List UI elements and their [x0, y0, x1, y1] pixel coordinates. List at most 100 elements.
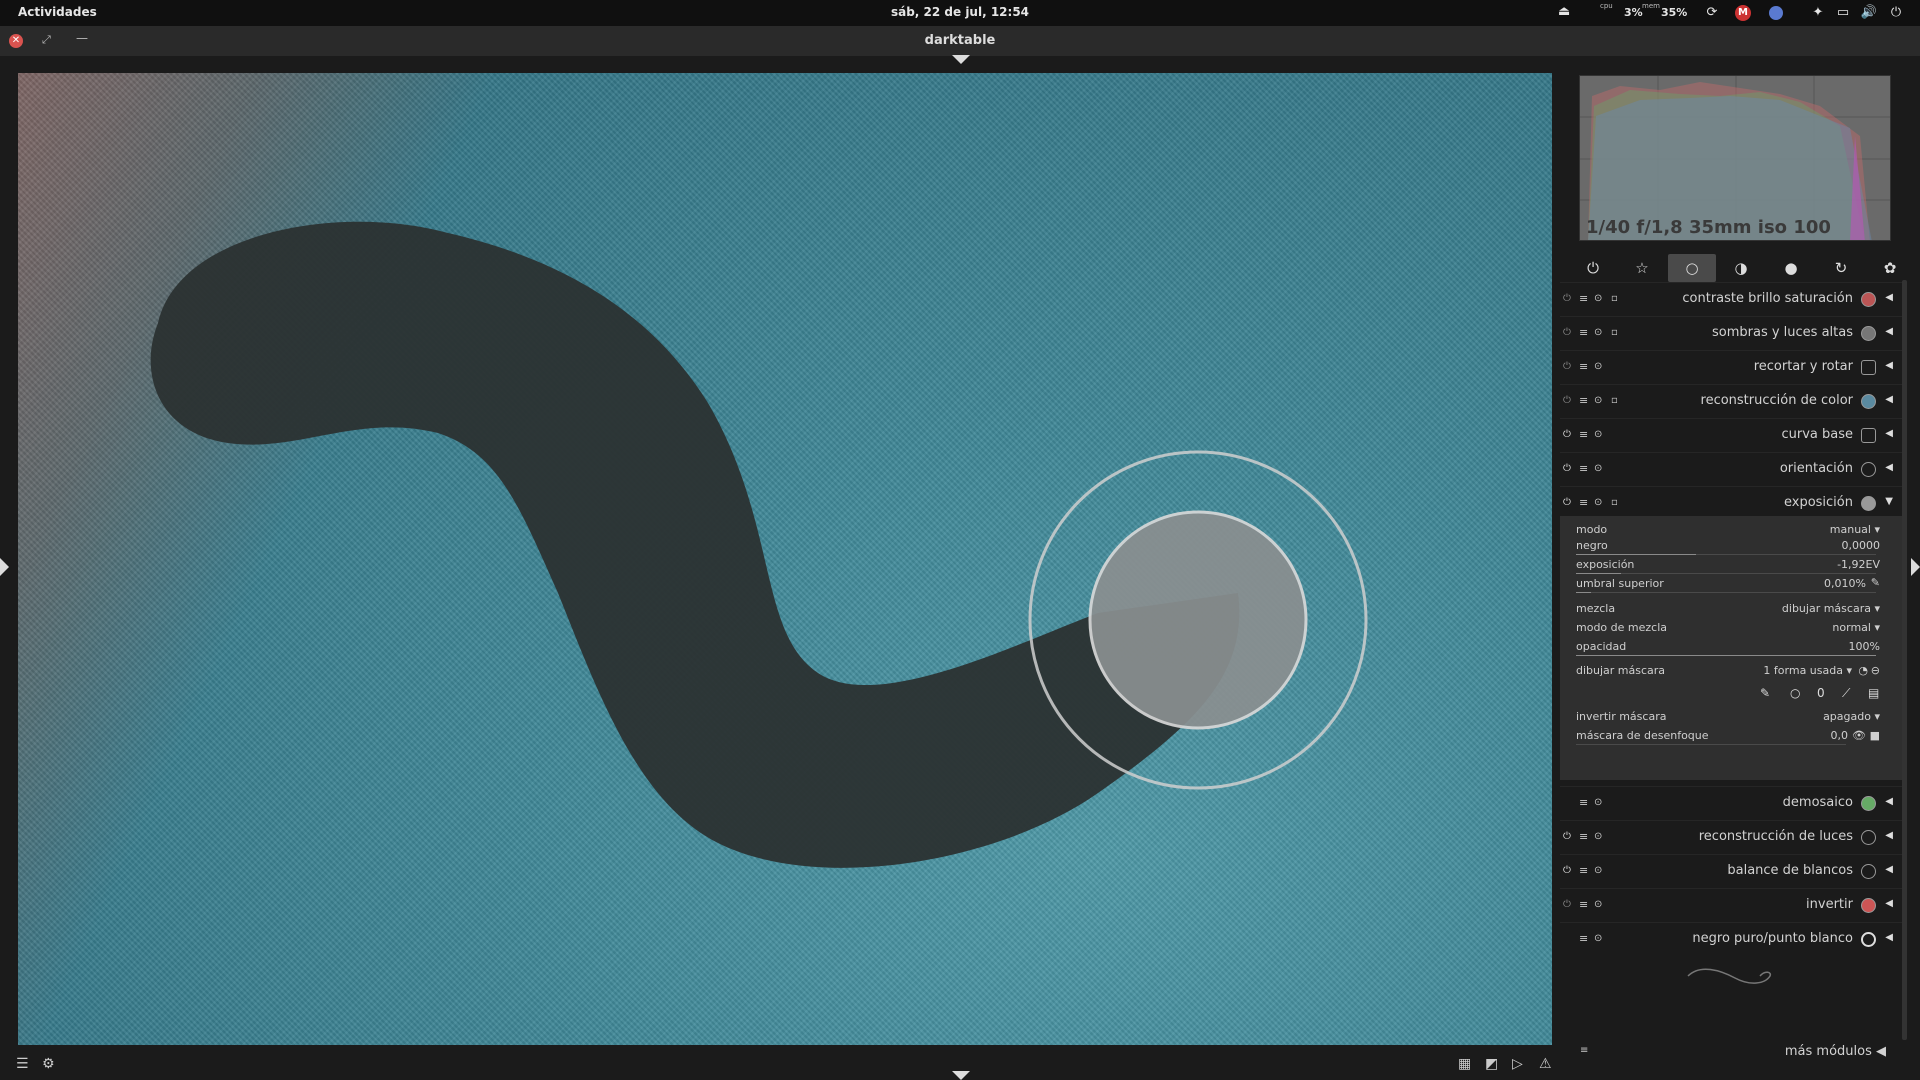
module-presets-icon[interactable]: ≡ — [1579, 394, 1588, 407]
module-presets-icon[interactable]: ≡ — [1579, 292, 1588, 305]
module-reset-icon[interactable]: ⊙ — [1594, 497, 1602, 508]
modo-row[interactable]: modo manual ▾ — [1576, 523, 1880, 539]
module-mask-icon[interactable]: ▫ — [1611, 293, 1618, 304]
expand-arrow-icon[interactable]: ◀ — [1885, 462, 1893, 473]
module-row[interactable]: ⏻ ≡ ⊙ ▫ contraste brillo saturación ◀ — [1560, 282, 1902, 316]
module-reset-icon[interactable]: ⊙ — [1594, 865, 1602, 876]
module-presets-icon[interactable]: ≡ — [1579, 796, 1588, 809]
shapes-used-dropdown[interactable]: 1 forma usada ▾ — [1763, 664, 1852, 677]
active-modules-icon[interactable]: ⏻ — [1569, 254, 1617, 282]
remove-mask-icon[interactable]: ⊖ — [1871, 664, 1880, 677]
module-name[interactable]: curva base — [1781, 427, 1853, 442]
module-name[interactable]: orientación — [1780, 461, 1853, 476]
sync-icon[interactable]: ⟳ — [1702, 3, 1722, 23]
module-row[interactable]: ⏻ ≡ ⊙ invertir ◀ — [1560, 888, 1902, 922]
module-presets-icon[interactable]: ≡ — [1579, 898, 1588, 911]
favorites-icon[interactable]: ☆ — [1618, 254, 1666, 282]
module-row[interactable]: ⏻ ≡ ⊙ ▫ sombras y luces altas ◀ — [1560, 316, 1902, 350]
display-mask-icon[interactable]: 👁 — [1852, 729, 1866, 742]
more-modules-presets-icon[interactable]: ≡ — [1580, 1045, 1588, 1056]
collapse-bottom-panel-arrow-icon[interactable] — [952, 1071, 970, 1080]
desenfoque-slider-track[interactable] — [1576, 744, 1846, 745]
network-icon[interactable]: ✦ — [1808, 3, 1828, 23]
opacidad-slider[interactable]: opacidad 100% — [1576, 640, 1880, 656]
module-name[interactable]: demosaico — [1783, 795, 1853, 810]
module-row[interactable]: ⏻ ≡ ⊙ curva base ◀ — [1560, 418, 1902, 452]
module-power-icon[interactable]: ⏻ — [1563, 429, 1571, 440]
module-reset-icon[interactable]: ⊙ — [1594, 293, 1602, 304]
menu-icon[interactable]: ☰ — [16, 1056, 29, 1072]
module-power-icon[interactable]: ⏻ — [1563, 899, 1571, 910]
expand-left-panel-arrow-icon[interactable] — [0, 558, 9, 576]
module-reset-icon[interactable]: ⊙ — [1594, 899, 1602, 910]
module-presets-icon[interactable]: ≡ — [1579, 932, 1588, 945]
mem-value[interactable]: 35% — [1661, 6, 1687, 19]
invertir-mascara-dropdown[interactable]: apagado ▾ — [1823, 710, 1880, 723]
tone-group-icon[interactable]: ◑ — [1717, 254, 1765, 282]
clock-label[interactable]: sáb, 22 de jul, 12:54 — [891, 5, 1029, 19]
circle-tool-icon[interactable]: ○ — [1790, 686, 1800, 700]
activities-button[interactable]: Actividades — [18, 5, 97, 19]
module-row[interactable]: ⏻ ≡ ⊙ orientación ◀ — [1560, 452, 1902, 486]
module-name[interactable]: balance de blancos — [1727, 863, 1853, 878]
expand-arrow-icon[interactable]: ◀ — [1885, 932, 1893, 943]
expand-arrow-icon[interactable]: ◀ — [1885, 428, 1893, 439]
module-row[interactable]: ⏻ ≡ ⊙ ▫ reconstrucción de color ◀ — [1560, 384, 1902, 418]
module-row-exposure[interactable]: ⏻ ≡ ⊙ ▫ exposición ▼ — [1560, 486, 1902, 520]
correct-group-icon[interactable]: ↻ — [1817, 254, 1865, 282]
invertir-mascara-row[interactable]: invertir máscara apagado ▾ — [1576, 710, 1880, 726]
mezcla-dropdown[interactable]: dibujar máscara ▾ — [1782, 602, 1880, 615]
module-power-icon[interactable]: ⏻ — [1563, 293, 1571, 304]
gmail-icon[interactable]: M — [1735, 5, 1751, 21]
collapse-arrow-icon[interactable]: ▼ — [1885, 496, 1893, 507]
ellipse-tool-icon[interactable]: 0 — [1817, 686, 1825, 700]
umbral-slider[interactable]: umbral superior 0,010% ✎ — [1576, 576, 1880, 593]
cpu-value[interactable]: 3% — [1624, 6, 1643, 19]
module-reset-icon[interactable]: ⊙ — [1594, 797, 1602, 808]
module-power-icon[interactable]: ⏻ — [1563, 831, 1571, 842]
module-name[interactable]: recortar y rotar — [1754, 359, 1853, 374]
volume-icon[interactable]: 🔊 — [1859, 3, 1879, 23]
module-reset-icon[interactable]: ⊙ — [1594, 933, 1602, 944]
module-reset-icon[interactable]: ⊙ — [1594, 395, 1602, 406]
module-presets-icon[interactable]: ≡ — [1579, 830, 1588, 843]
brush-tool-icon[interactable]: ✎ — [1760, 686, 1770, 700]
chrome-icon[interactable] — [1769, 6, 1783, 20]
module-name[interactable]: reconstrucción de luces — [1699, 829, 1853, 844]
image-canvas[interactable] — [18, 73, 1552, 1045]
desenfoque-slider[interactable]: máscara de desenfoque 0,0 👁 ■ — [1576, 729, 1880, 745]
drawn-mask-overlay[interactable] — [18, 73, 1552, 1045]
expand-right-panel-arrow-icon[interactable] — [1911, 558, 1920, 576]
more-modules-button[interactable]: más módulos ◀ — [1785, 1044, 1886, 1059]
module-name[interactable]: sombras y luces altas — [1712, 325, 1853, 340]
module-row[interactable]: ⏻ ≡ ⊙ balance de blancos ◀ — [1560, 854, 1902, 888]
color-group-icon[interactable]: ● — [1767, 254, 1815, 282]
module-reset-icon[interactable]: ⊙ — [1594, 327, 1602, 338]
negro-slider-track[interactable] — [1576, 554, 1876, 555]
mezcla-row[interactable]: mezcla dibujar máscara ▾ — [1576, 602, 1880, 618]
expand-arrow-icon[interactable]: ◀ — [1885, 796, 1893, 807]
module-power-icon[interactable]: ⏻ — [1563, 497, 1571, 508]
exposicion-slider-track[interactable] — [1576, 573, 1876, 574]
expand-arrow-icon[interactable]: ◀ — [1885, 898, 1893, 909]
module-presets-icon[interactable]: ≡ — [1579, 360, 1588, 373]
gamut-check-icon[interactable]: ▷ — [1512, 1056, 1523, 1072]
modo-mezcla-dropdown[interactable]: normal ▾ — [1832, 621, 1880, 634]
modo-dropdown[interactable]: manual ▾ — [1830, 523, 1880, 536]
expand-arrow-icon[interactable]: ◀ — [1885, 326, 1893, 337]
gradient-tool-icon[interactable]: ▤ — [1868, 686, 1879, 700]
expand-arrow-icon[interactable]: ◀ — [1885, 360, 1893, 371]
module-mask-icon[interactable]: ▫ — [1611, 395, 1618, 406]
module-reset-icon[interactable]: ⊙ — [1594, 361, 1602, 372]
effect-group-icon[interactable]: ✿ — [1866, 254, 1914, 282]
right-panel-scrollbar[interactable] — [1902, 280, 1907, 1040]
exposicion-slider[interactable]: exposición -1,92EV — [1576, 558, 1880, 574]
module-reset-icon[interactable]: ⊙ — [1594, 429, 1602, 440]
module-name[interactable]: invertir — [1806, 897, 1853, 912]
negro-slider[interactable]: negro 0,0000 — [1576, 539, 1880, 555]
eject-icon[interactable]: ⏏ — [1558, 4, 1570, 19]
module-row[interactable]: ≡ ⊙ negro puro/punto blanco ◀ — [1560, 922, 1902, 956]
expand-arrow-icon[interactable]: ◀ — [1885, 830, 1893, 841]
presets-icon[interactable]: ⚙ — [42, 1056, 55, 1072]
modo-mezcla-row[interactable]: modo de mezcla normal ▾ — [1576, 621, 1880, 637]
